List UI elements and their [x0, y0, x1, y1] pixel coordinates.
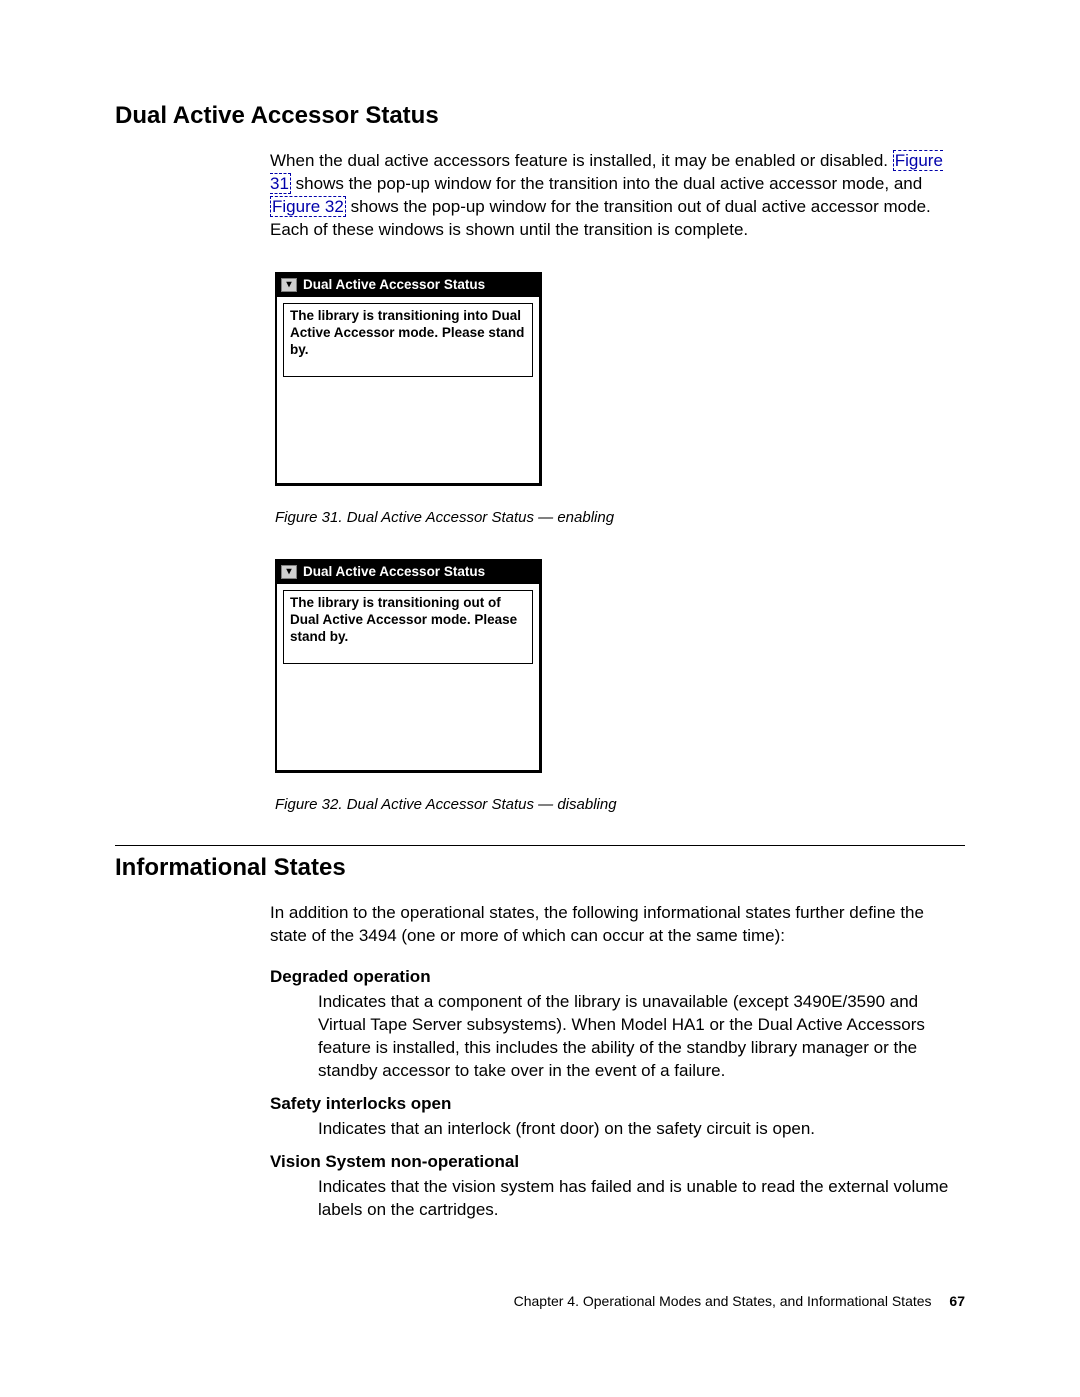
state-definition: Indicates that a component of the librar… [318, 991, 965, 1083]
figure-32-link[interactable]: Figure 32 [270, 196, 346, 217]
informational-states-list: Degraded operation Indicates that a comp… [270, 966, 965, 1221]
dialog-disabling: ▾ Dual Active Accessor Status The librar… [275, 559, 542, 773]
figure-31: ▾ Dual Active Accessor Status The librar… [275, 272, 965, 528]
figure-32: ▾ Dual Active Accessor Status The librar… [275, 559, 965, 815]
dialog-title-text: Dual Active Accessor Status [303, 563, 485, 581]
figure-31-caption: Figure 31. Dual Active Accessor Status —… [275, 508, 965, 528]
state-definition: Indicates that an interlock (front door)… [318, 1118, 965, 1141]
state-term: Degraded operation [270, 966, 965, 989]
page-footer: Chapter 4. Operational Modes and States,… [115, 1292, 965, 1311]
state-term: Safety interlocks open [270, 1093, 965, 1116]
system-menu-icon[interactable]: ▾ [281, 565, 297, 579]
section-heading-dual-active: Dual Active Accessor Status [115, 100, 965, 132]
dialog-title-text: Dual Active Accessor Status [303, 276, 485, 294]
section2-intro: In addition to the operational states, t… [270, 902, 965, 948]
state-definition: Indicates that the vision system has fai… [318, 1176, 965, 1222]
footer-chapter: Chapter 4. Operational Modes and States,… [514, 1293, 932, 1309]
section1-intro: When the dual active accessors feature i… [270, 150, 965, 242]
intro-text-3: shows the pop-up window for the transiti… [270, 197, 931, 239]
section-heading-informational-states: Informational States [115, 852, 965, 884]
dialog-message-enabling: The library is transitioning into Dual A… [283, 303, 533, 377]
dialog-enabling: ▾ Dual Active Accessor Status The librar… [275, 272, 542, 486]
intro-text-1: When the dual active accessors feature i… [270, 151, 893, 170]
dialog-message-disabling: The library is transitioning out of Dual… [283, 590, 533, 664]
dialog-titlebar: ▾ Dual Active Accessor Status [277, 274, 539, 297]
intro-text-2: shows the pop-up window for the transiti… [296, 174, 923, 193]
figure-32-caption: Figure 32. Dual Active Accessor Status —… [275, 795, 965, 815]
state-term: Vision System non-operational [270, 1151, 965, 1174]
section-divider [115, 845, 965, 846]
dialog-titlebar: ▾ Dual Active Accessor Status [277, 561, 539, 584]
footer-page-number: 67 [949, 1293, 965, 1309]
system-menu-icon[interactable]: ▾ [281, 278, 297, 292]
